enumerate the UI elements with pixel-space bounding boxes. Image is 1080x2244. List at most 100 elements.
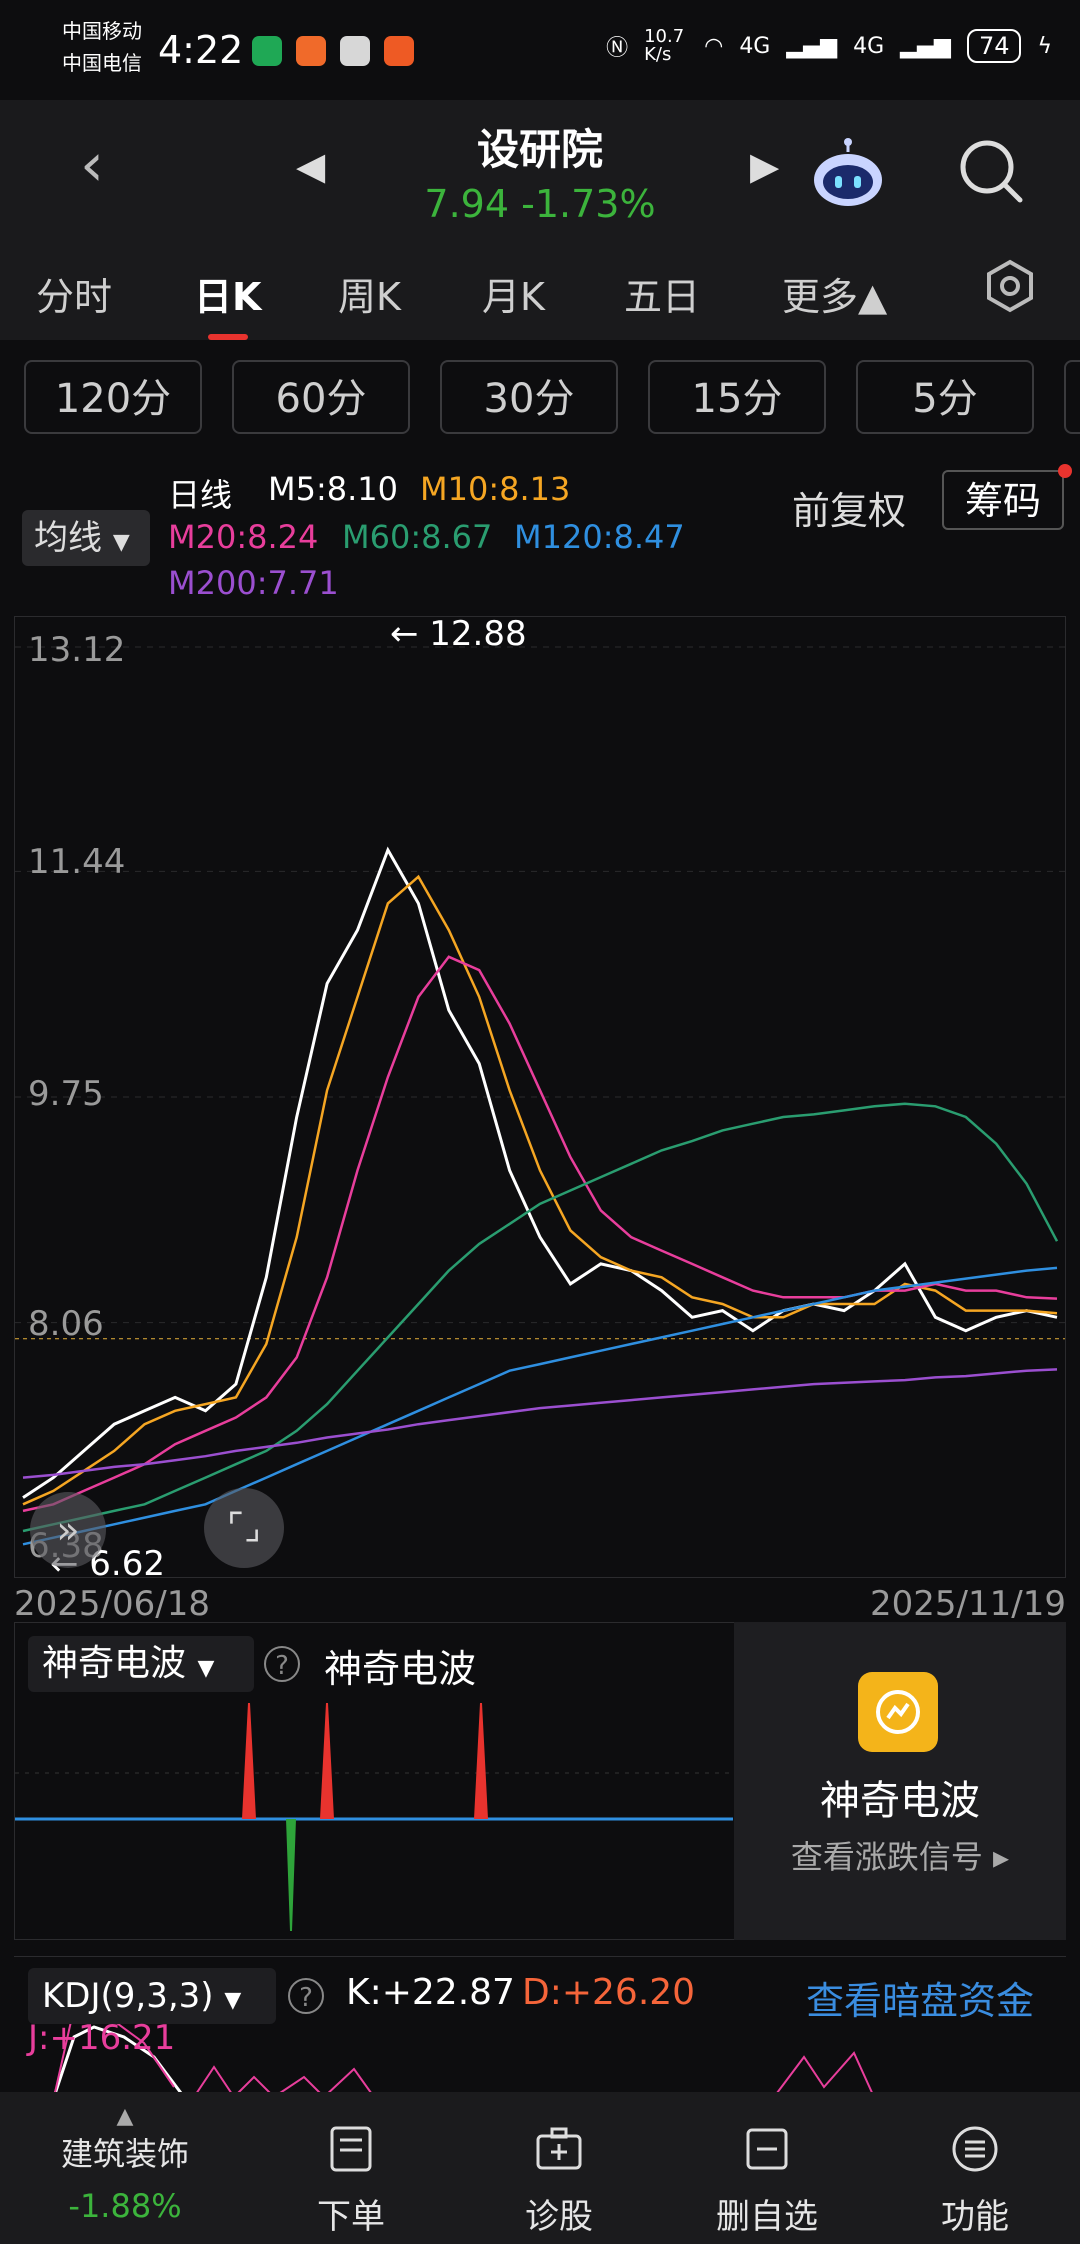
- series-m5: [22, 846, 1058, 1499]
- net-speed: 10.7 K/s: [644, 26, 685, 65]
- tab-weekly-k[interactable]: 周K: [338, 266, 401, 321]
- minute-interval-row: 120分 60分 30分 15分 5分: [0, 340, 1080, 460]
- charging-icon: ϟ: [1037, 33, 1052, 59]
- kdj-j: J:+16.21: [28, 2018, 176, 2058]
- y-tick-label: 9.75: [28, 1074, 104, 1114]
- legend-m120: M120:8.47: [514, 518, 685, 556]
- functions-label: 功能: [941, 2197, 1009, 2237]
- y-tick-label: 13.12: [28, 630, 126, 670]
- kdj-d: D:+26.20: [522, 1972, 696, 2013]
- dropdown-icon: ▼: [112, 530, 130, 555]
- sector-name: 建筑装饰: [60, 2135, 189, 2173]
- app-notification-icon: [252, 36, 282, 66]
- stock-price: 7.94: [424, 182, 510, 226]
- diagnose-button[interactable]: 诊股: [474, 2124, 644, 2238]
- kline-chart[interactable]: [14, 616, 1066, 1578]
- collapse-panel-button[interactable]: »: [30, 1492, 106, 1568]
- x-start-date: 2025/06/18: [14, 1584, 210, 1624]
- status-right: Ⓝ 10.7 K/s ◠ 4G ▂▄▆ 4G ▂▄▆ 74 ϟ: [606, 28, 1052, 64]
- remove-watchlist-button[interactable]: 删自选: [682, 2124, 852, 2238]
- dropdown-icon: ▼: [197, 1656, 215, 1681]
- help-icon[interactable]: ?: [264, 1646, 300, 1682]
- new-badge: [1058, 464, 1072, 478]
- legend-m5: M5:8.10: [268, 470, 398, 508]
- order-label: 下单: [317, 2197, 385, 2237]
- remove-watchlist-label: 删自选: [716, 2197, 818, 2237]
- stock-price-change: 7.94 -1.73%: [0, 182, 1080, 226]
- order-icon: [330, 2126, 372, 2172]
- kline-chart-svg: [15, 646, 1065, 1546]
- medical-kit-icon: [536, 2127, 582, 2170]
- tab-more[interactable]: 更多▲: [782, 266, 887, 321]
- series-m120: [22, 1266, 1058, 1546]
- functions-button[interactable]: 功能: [890, 2124, 1060, 2238]
- diagnose-label: 诊股: [525, 2197, 593, 2237]
- interval-30m-button[interactable]: 30分: [440, 360, 618, 434]
- legend-m10: M10:8.13: [420, 470, 571, 508]
- app-notification-icon: [296, 36, 326, 66]
- wave-selector-label: 神奇电波: [42, 1643, 187, 1684]
- adjust-mode[interactable]: 前复权: [792, 480, 906, 535]
- interval-5m-button[interactable]: 5分: [856, 360, 1034, 434]
- stock-name: 设研院: [476, 125, 603, 174]
- wave-label: 神奇电波: [324, 1647, 477, 1691]
- robot-assistant-icon[interactable]: [808, 138, 888, 210]
- wave-card-title: 神奇电波: [820, 1778, 980, 1824]
- period-tabs: 分时 日K 周K 月K 五日 更多▲: [0, 240, 1080, 340]
- low-value: 6.62: [89, 1544, 165, 1584]
- remove-icon: [746, 2128, 788, 2170]
- fullscreen-button[interactable]: ⌜⌟: [204, 1488, 284, 1568]
- interval-60m-button[interactable]: 60分: [232, 360, 410, 434]
- signal-2: 4G: [853, 33, 885, 59]
- y-tick-label: 8.06: [28, 1304, 104, 1344]
- kdj-selector-label: KDJ(9,3,3): [42, 1976, 214, 2016]
- signal-bars-icon: ▂▄▆: [786, 33, 838, 59]
- high-annotation: ← 12.88: [390, 614, 527, 654]
- carrier-2: 中国电信: [62, 51, 142, 75]
- legend-m200: M200:7.71: [168, 564, 339, 602]
- order-button[interactable]: 下单: [266, 2124, 436, 2238]
- menu-icon: [952, 2126, 998, 2172]
- nfc-icon: Ⓝ: [606, 36, 629, 61]
- tab-fenshi[interactable]: 分时: [36, 266, 112, 321]
- wave-chart-icon: [858, 1672, 938, 1752]
- kdj-selector[interactable]: KDJ(9,3,3) ▼: [28, 1968, 276, 2024]
- carrier-1: 中国移动: [62, 19, 142, 43]
- tab-five-day[interactable]: 五日: [624, 266, 700, 321]
- help-icon[interactable]: ?: [288, 1978, 324, 2014]
- legend-daily: 日线: [168, 476, 233, 514]
- high-value: 12.88: [429, 614, 527, 654]
- legend-m20: M20:8.24: [168, 518, 319, 556]
- wave-indicator-selector[interactable]: 神奇电波 ▼: [28, 1636, 254, 1692]
- interval-more-button[interactable]: [1064, 360, 1080, 434]
- stock-header: ‹ ◀ 设研院 7.94 -1.73% ▶: [0, 100, 1080, 240]
- app-notification-icon: [384, 36, 414, 66]
- next-stock-icon[interactable]: ▶: [750, 144, 779, 188]
- interval-15m-button[interactable]: 15分: [648, 360, 826, 434]
- indicator-selector-label: 均线: [34, 518, 102, 558]
- app-notification-icon: [340, 36, 370, 66]
- kdj-k: K:+22.87: [346, 1972, 515, 2013]
- sector-change: -1.88%: [68, 2187, 182, 2225]
- search-icon[interactable]: [956, 136, 1026, 206]
- legend-m60: M60:8.67: [342, 518, 493, 556]
- expand-up-icon: ▲: [116, 2104, 134, 2129]
- wifi-icon: ◠: [704, 33, 724, 59]
- sector-button[interactable]: ▲ 建筑装饰 -1.88%: [40, 2104, 210, 2225]
- tab-daily-k[interactable]: 日K: [194, 266, 261, 321]
- notification-icons: [252, 36, 428, 70]
- stock-change: -1.73%: [521, 182, 656, 226]
- battery: 74: [966, 29, 1022, 63]
- chips-button[interactable]: 筹码: [942, 470, 1064, 530]
- settings-gear-icon[interactable]: [982, 258, 1038, 314]
- signal-bars-icon: ▂▄▆: [900, 33, 951, 59]
- tab-monthly-k[interactable]: 月K: [482, 266, 545, 321]
- wave-card-link[interactable]: 查看涨跌信号 ▸: [734, 1832, 1066, 1878]
- interval-120m-button[interactable]: 120分: [24, 360, 202, 434]
- x-end-date: 2025/11/19: [870, 1584, 1066, 1624]
- series-m10: [22, 874, 1058, 1506]
- dropdown-icon: ▼: [224, 1988, 242, 2013]
- indicator-selector[interactable]: 均线 ▼: [22, 510, 150, 566]
- dark-pool-link[interactable]: 查看暗盘资金: [806, 1970, 1034, 2025]
- clock: 4:22: [158, 28, 244, 72]
